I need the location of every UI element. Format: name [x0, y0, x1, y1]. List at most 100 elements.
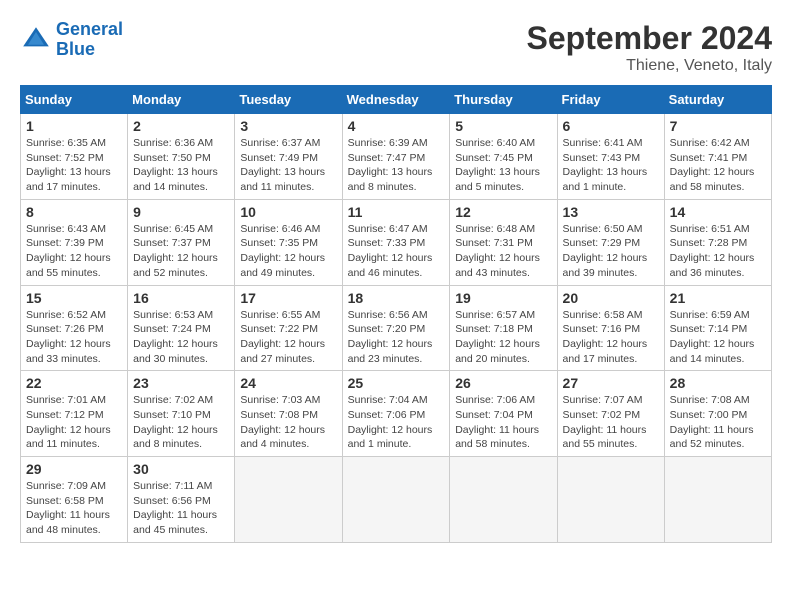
day-number: 19 [455, 290, 551, 306]
calendar-cell [557, 457, 664, 543]
day-info: Sunrise: 6:37 AMSunset: 7:49 PMDaylight:… [240, 136, 336, 195]
day-info: Sunrise: 6:46 AMSunset: 7:35 PMDaylight:… [240, 222, 336, 281]
day-number: 27 [563, 375, 659, 391]
day-info: Sunrise: 6:51 AMSunset: 7:28 PMDaylight:… [670, 222, 766, 281]
month-title: September 2024 [527, 20, 772, 57]
day-number: 23 [133, 375, 229, 391]
calendar-cell: 8 Sunrise: 6:43 AMSunset: 7:39 PMDaylight… [21, 199, 128, 285]
calendar-cell: 9 Sunrise: 6:45 AMSunset: 7:37 PMDaylight… [128, 199, 235, 285]
weekday-header-thursday: Thursday [450, 86, 557, 114]
day-info: Sunrise: 6:41 AMSunset: 7:43 PMDaylight:… [563, 136, 659, 195]
weekday-header-tuesday: Tuesday [235, 86, 342, 114]
day-info: Sunrise: 6:57 AMSunset: 7:18 PMDaylight:… [455, 308, 551, 367]
day-number: 7 [670, 118, 766, 134]
day-number: 9 [133, 204, 229, 220]
day-number: 11 [348, 204, 445, 220]
day-number: 18 [348, 290, 445, 306]
title-block: September 2024 Thiene, Veneto, Italy [527, 20, 772, 75]
day-number: 8 [26, 204, 122, 220]
calendar-cell: 30 Sunrise: 7:11 AMSunset: 6:56 PMDayligh… [128, 457, 235, 543]
day-info: Sunrise: 7:08 AMSunset: 7:00 PMDaylight:… [670, 393, 766, 452]
calendar-cell: 10 Sunrise: 6:46 AMSunset: 7:35 PMDayligh… [235, 199, 342, 285]
calendar-cell: 11 Sunrise: 6:47 AMSunset: 7:33 PMDayligh… [342, 199, 450, 285]
day-number: 28 [670, 375, 766, 391]
day-info: Sunrise: 6:45 AMSunset: 7:37 PMDaylight:… [133, 222, 229, 281]
week-row-1: 1 Sunrise: 6:35 AMSunset: 7:52 PMDaylight… [21, 114, 772, 200]
weekday-header-saturday: Saturday [664, 86, 771, 114]
calendar-cell: 7 Sunrise: 6:42 AMSunset: 7:41 PMDaylight… [664, 114, 771, 200]
weekday-header-row: SundayMondayTuesdayWednesdayThursdayFrid… [21, 86, 772, 114]
day-info: Sunrise: 7:11 AMSunset: 6:56 PMDaylight:… [133, 479, 229, 538]
calendar-cell [450, 457, 557, 543]
day-info: Sunrise: 7:03 AMSunset: 7:08 PMDaylight:… [240, 393, 336, 452]
calendar-cell: 12 Sunrise: 6:48 AMSunset: 7:31 PMDayligh… [450, 199, 557, 285]
day-info: Sunrise: 6:43 AMSunset: 7:39 PMDaylight:… [26, 222, 122, 281]
day-number: 20 [563, 290, 659, 306]
day-info: Sunrise: 6:52 AMSunset: 7:26 PMDaylight:… [26, 308, 122, 367]
calendar-cell: 29 Sunrise: 7:09 AMSunset: 6:58 PMDayligh… [21, 457, 128, 543]
day-number: 30 [133, 461, 229, 477]
day-number: 21 [670, 290, 766, 306]
logo-icon [20, 24, 52, 56]
day-info: Sunrise: 6:53 AMSunset: 7:24 PMDaylight:… [133, 308, 229, 367]
day-number: 24 [240, 375, 336, 391]
day-number: 29 [26, 461, 122, 477]
calendar-cell: 26Sunrise: 7:06 AMSunset: 7:04 PMDayligh… [450, 371, 557, 457]
calendar-cell: 24 Sunrise: 7:03 AMSunset: 7:08 PMDayligh… [235, 371, 342, 457]
weekday-header-sunday: Sunday [21, 86, 128, 114]
day-info: Sunrise: 6:50 AMSunset: 7:29 PMDaylight:… [563, 222, 659, 281]
calendar-cell: 14Sunrise: 6:51 AMSunset: 7:28 PMDayligh… [664, 199, 771, 285]
week-row-2: 8 Sunrise: 6:43 AMSunset: 7:39 PMDaylight… [21, 199, 772, 285]
day-info: Sunrise: 7:02 AMSunset: 7:10 PMDaylight:… [133, 393, 229, 452]
calendar-cell: 20 Sunrise: 6:58 AMSunset: 7:16 PMDayligh… [557, 285, 664, 371]
calendar-cell: 22Sunrise: 7:01 AMSunset: 7:12 PMDayligh… [21, 371, 128, 457]
calendar-cell [664, 457, 771, 543]
weekday-header-wednesday: Wednesday [342, 86, 450, 114]
day-info: Sunrise: 7:04 AMSunset: 7:06 PMDaylight:… [348, 393, 445, 452]
day-number: 25 [348, 375, 445, 391]
day-number: 10 [240, 204, 336, 220]
calendar-cell: 23 Sunrise: 7:02 AMSunset: 7:10 PMDayligh… [128, 371, 235, 457]
day-info: Sunrise: 6:35 AMSunset: 7:52 PMDaylight:… [26, 136, 122, 195]
day-info: Sunrise: 7:06 AMSunset: 7:04 PMDaylight:… [455, 393, 551, 452]
day-info: Sunrise: 6:39 AMSunset: 7:47 PMDaylight:… [348, 136, 445, 195]
day-info: Sunrise: 6:48 AMSunset: 7:31 PMDaylight:… [455, 222, 551, 281]
logo: General Blue [20, 20, 123, 60]
day-number: 3 [240, 118, 336, 134]
calendar-cell: 2 Sunrise: 6:36 AMSunset: 7:50 PMDaylight… [128, 114, 235, 200]
calendar-cell: 13 Sunrise: 6:50 AMSunset: 7:29 PMDayligh… [557, 199, 664, 285]
calendar-cell: 27Sunrise: 7:07 AMSunset: 7:02 PMDayligh… [557, 371, 664, 457]
day-number: 15 [26, 290, 122, 306]
calendar-cell: 1 Sunrise: 6:35 AMSunset: 7:52 PMDaylight… [21, 114, 128, 200]
day-number: 6 [563, 118, 659, 134]
calendar-cell: 28 Sunrise: 7:08 AMSunset: 7:00 PMDayligh… [664, 371, 771, 457]
calendar-cell: 25 Sunrise: 7:04 AMSunset: 7:06 PMDayligh… [342, 371, 450, 457]
day-info: Sunrise: 6:36 AMSunset: 7:50 PMDaylight:… [133, 136, 229, 195]
calendar-cell: 5 Sunrise: 6:40 AMSunset: 7:45 PMDaylight… [450, 114, 557, 200]
day-number: 16 [133, 290, 229, 306]
day-number: 1 [26, 118, 122, 134]
day-number: 2 [133, 118, 229, 134]
location: Thiene, Veneto, Italy [527, 57, 772, 75]
day-info: Sunrise: 6:55 AMSunset: 7:22 PMDaylight:… [240, 308, 336, 367]
day-number: 22 [26, 375, 122, 391]
week-row-5: 29 Sunrise: 7:09 AMSunset: 6:58 PMDayligh… [21, 457, 772, 543]
day-info: Sunrise: 6:47 AMSunset: 7:33 PMDaylight:… [348, 222, 445, 281]
day-info: Sunrise: 6:58 AMSunset: 7:16 PMDaylight:… [563, 308, 659, 367]
calendar-cell: 19 Sunrise: 6:57 AMSunset: 7:18 PMDayligh… [450, 285, 557, 371]
day-number: 12 [455, 204, 551, 220]
day-info: Sunrise: 6:42 AMSunset: 7:41 PMDaylight:… [670, 136, 766, 195]
weekday-header-monday: Monday [128, 86, 235, 114]
day-number: 13 [563, 204, 659, 220]
calendar-cell [235, 457, 342, 543]
calendar-table: SundayMondayTuesdayWednesdayThursdayFrid… [20, 85, 772, 543]
calendar-cell: 3 Sunrise: 6:37 AMSunset: 7:49 PMDaylight… [235, 114, 342, 200]
day-info: Sunrise: 6:59 AMSunset: 7:14 PMDaylight:… [670, 308, 766, 367]
day-info: Sunrise: 6:40 AMSunset: 7:45 PMDaylight:… [455, 136, 551, 195]
day-info: Sunrise: 6:56 AMSunset: 7:20 PMDaylight:… [348, 308, 445, 367]
week-row-4: 22Sunrise: 7:01 AMSunset: 7:12 PMDayligh… [21, 371, 772, 457]
day-number: 5 [455, 118, 551, 134]
day-info: Sunrise: 7:09 AMSunset: 6:58 PMDaylight:… [26, 479, 122, 538]
calendar-cell: 18 Sunrise: 6:56 AMSunset: 7:20 PMDayligh… [342, 285, 450, 371]
week-row-3: 15 Sunrise: 6:52 AMSunset: 7:26 PMDayligh… [21, 285, 772, 371]
